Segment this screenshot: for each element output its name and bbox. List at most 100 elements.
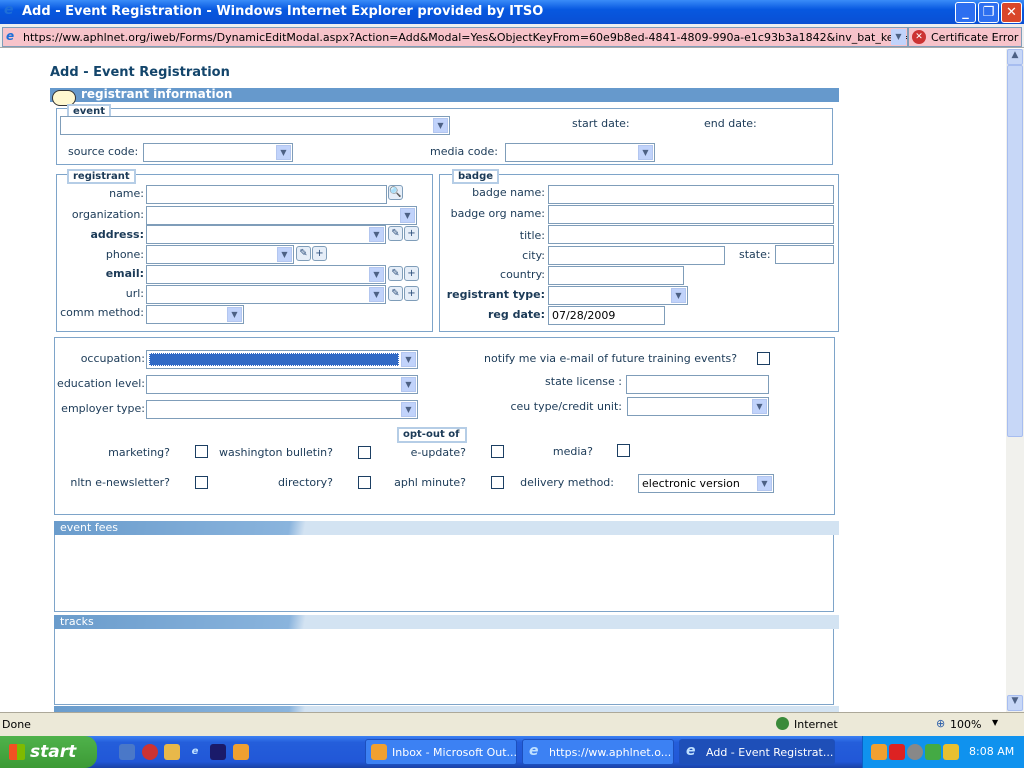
certificate-error-button[interactable]: ✕ Certificate Error xyxy=(908,27,1022,47)
directory-label: directory? xyxy=(277,476,333,489)
chevron-down-icon: ▼ xyxy=(433,118,448,133)
media-code-label: media code: xyxy=(430,145,498,158)
end-date-label: end date: xyxy=(704,117,757,130)
selected-highlight xyxy=(149,353,399,366)
certificate-error-icon: ✕ xyxy=(912,30,926,44)
url-dropdown-icon[interactable]: ▼ xyxy=(891,29,906,45)
start-date-label: start date: xyxy=(572,117,630,130)
status-text: Done xyxy=(2,718,31,731)
add-plus-icon[interactable]: + xyxy=(312,246,327,261)
directory-checkbox[interactable] xyxy=(358,476,371,489)
event-fees-panel xyxy=(54,535,834,612)
chevron-down-icon: ▼ xyxy=(757,476,772,491)
name-input[interactable] xyxy=(146,185,387,204)
edit-pencil-icon[interactable]: ✎ xyxy=(388,286,403,301)
media-label: media? xyxy=(552,445,593,458)
outlook-icon xyxy=(371,744,387,760)
country-input[interactable] xyxy=(548,266,684,285)
title-input[interactable] xyxy=(548,225,834,244)
organization-select[interactable]: ▼ xyxy=(146,206,417,225)
event-select[interactable]: ▼ xyxy=(60,116,450,135)
app-icon[interactable] xyxy=(210,744,226,760)
taskbar-item-event-registration[interactable]: e Add - Event Registrat... xyxy=(679,739,835,765)
url-label: url: xyxy=(125,287,144,300)
scroll-thumb[interactable] xyxy=(1007,65,1023,437)
name-label: name: xyxy=(109,187,144,200)
tray-icon[interactable] xyxy=(925,744,941,760)
chevron-down-icon: ▼ xyxy=(400,208,415,223)
minimize-button[interactable]: _ xyxy=(955,2,976,23)
marketing-checkbox[interactable] xyxy=(195,445,208,458)
chevron-down-icon: ▼ xyxy=(752,399,767,414)
app-icon[interactable] xyxy=(142,744,158,760)
e-update-checkbox[interactable] xyxy=(491,445,504,458)
url-input[interactable]: e https://ww.aphlnet.org/iweb/Forms/Dyna… xyxy=(2,27,908,47)
education-level-select[interactable]: ▼ xyxy=(146,375,418,394)
close-button[interactable]: ✕ xyxy=(1001,2,1022,23)
badge-name-label: badge name: xyxy=(472,186,545,199)
washington-bulletin-checkbox[interactable] xyxy=(358,446,371,459)
ie-icon[interactable]: e xyxy=(187,744,203,760)
tray-icon[interactable] xyxy=(943,744,959,760)
start-button[interactable]: start xyxy=(0,736,97,768)
source-code-select[interactable]: ▼ xyxy=(143,143,293,162)
add-plus-icon[interactable]: + xyxy=(404,226,419,241)
add-plus-icon[interactable]: + xyxy=(404,286,419,301)
taskbar-item-outlook[interactable]: Inbox - Microsoft Out... xyxy=(365,739,517,765)
city-input[interactable] xyxy=(548,246,725,265)
chevron-down-icon: ▼ xyxy=(277,247,292,262)
comm-method-select[interactable]: ▼ xyxy=(146,305,244,324)
e-update-label: e-update? xyxy=(410,446,466,459)
tray-icon[interactable] xyxy=(871,744,887,760)
tray-icon[interactable] xyxy=(907,744,923,760)
title-label: title: xyxy=(519,229,545,242)
phone-select[interactable]: ▼ xyxy=(146,245,294,264)
aphl-minute-checkbox[interactable] xyxy=(491,476,504,489)
badge-name-input[interactable] xyxy=(548,185,834,204)
ceu-select[interactable]: ▼ xyxy=(627,397,769,416)
zoom-level[interactable]: 100% xyxy=(950,718,981,731)
zoom-dropdown-icon[interactable]: ▼ xyxy=(992,718,998,727)
scroll-up-icon[interactable]: ▲ xyxy=(1007,49,1023,65)
nltn-checkbox[interactable] xyxy=(195,476,208,489)
restore-button[interactable]: ❐ xyxy=(978,2,999,23)
search-icon[interactable]: 🔍 xyxy=(388,185,403,200)
occupation-select[interactable]: ▼ xyxy=(146,350,418,369)
vertical-scrollbar[interactable]: ▲ ▼ xyxy=(1006,49,1024,712)
window-title: Add - Event Registration - Windows Inter… xyxy=(22,4,544,19)
address-select[interactable]: ▼ xyxy=(146,225,386,244)
outlook-icon[interactable] xyxy=(233,744,249,760)
badge-org-name-label: badge org name: xyxy=(450,207,545,220)
add-plus-icon[interactable]: + xyxy=(404,266,419,281)
page-content: Add - Event Registration registrant info… xyxy=(0,49,1006,712)
notify-label: notify me via e-mail of future training … xyxy=(484,352,738,365)
url-select[interactable]: ▼ xyxy=(146,285,386,304)
badge-legend: badge xyxy=(452,169,500,184)
edit-pencil-icon[interactable]: ✎ xyxy=(296,246,311,261)
education-level-label: education level: xyxy=(57,377,145,390)
media-code-select[interactable]: ▼ xyxy=(505,143,655,162)
delivery-method-select[interactable]: electronic version ▼ xyxy=(638,474,774,493)
reg-date-label: reg date: xyxy=(487,308,545,321)
email-select[interactable]: ▼ xyxy=(146,265,386,284)
chevron-down-icon: ▼ xyxy=(671,288,686,303)
show-desktop-icon[interactable] xyxy=(119,744,135,760)
notify-checkbox[interactable] xyxy=(757,352,770,365)
media-checkbox[interactable] xyxy=(617,444,630,457)
registrant-type-label: registrant type: xyxy=(446,288,545,301)
employer-type-select[interactable]: ▼ xyxy=(146,400,418,419)
tray-icon[interactable] xyxy=(889,744,905,760)
badge-org-name-input[interactable] xyxy=(548,205,834,224)
address-bar: e https://ww.aphlnet.org/iweb/Forms/Dyna… xyxy=(0,24,1024,48)
reg-date-input[interactable]: 07/28/2009 xyxy=(548,306,665,325)
folder-icon[interactable] xyxy=(164,744,180,760)
edit-pencil-icon[interactable]: ✎ xyxy=(388,226,403,241)
section-header-label: registrant information xyxy=(81,87,233,101)
taskbar-item-ie-aphlnet[interactable]: e https://ww.aphlnet.o... xyxy=(522,739,674,765)
state-input[interactable] xyxy=(775,245,834,264)
edit-pencil-icon[interactable]: ✎ xyxy=(388,266,403,281)
registrant-type-select[interactable]: ▼ xyxy=(548,286,688,305)
state-license-input[interactable] xyxy=(626,375,769,394)
zoom-icon: ⊕ xyxy=(936,717,946,730)
scroll-down-icon[interactable]: ▼ xyxy=(1007,695,1023,711)
